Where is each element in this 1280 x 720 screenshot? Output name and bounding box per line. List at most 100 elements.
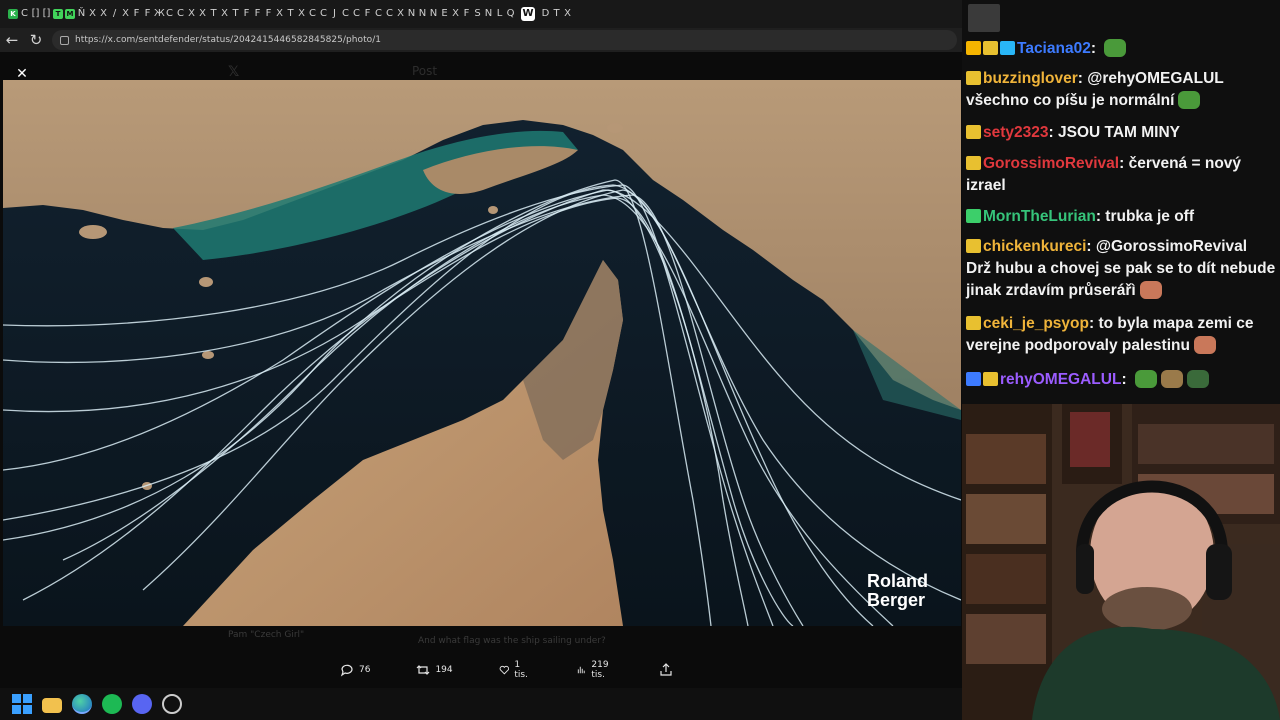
browser-tab[interactable]: S: [473, 8, 482, 20]
windows-start-icon[interactable]: [12, 694, 32, 714]
browser-tab[interactable]: E: [440, 8, 449, 20]
browser-tab[interactable]: F: [363, 8, 372, 20]
chat-username[interactable]: chickenkureci: [983, 238, 1086, 255]
green-star-badge-icon[interactable]: [966, 209, 981, 223]
browser-tab[interactable]: X: [451, 8, 460, 20]
edge-browser-icon[interactable]: [72, 694, 92, 714]
browser-tab[interactable]: F: [264, 8, 273, 20]
chat-colon: :: [1119, 155, 1129, 172]
browser-tab[interactable]: C: [176, 8, 185, 20]
browser-tab[interactable]: C: [352, 8, 361, 20]
chat-message-text: trubka je off: [1105, 208, 1194, 225]
browser-tab[interactable]: N: [429, 8, 438, 20]
browser-tab[interactable]: L: [495, 8, 504, 20]
star-badge-icon[interactable]: [966, 156, 981, 170]
share-button[interactable]: [659, 663, 678, 677]
chat-username[interactable]: ceki_je_psyop: [983, 315, 1089, 332]
browser-tab[interactable]: /: [110, 8, 119, 20]
browser-tab[interactable]: N: [407, 8, 416, 20]
chat-username[interactable]: Taciana02: [1017, 40, 1091, 57]
browser-tab[interactable]: F: [242, 8, 251, 20]
chat-username[interactable]: MornTheLurian: [983, 208, 1096, 225]
browser-tab[interactable]: Ж: [154, 8, 165, 20]
active-browser-tab[interactable]: W: [521, 7, 535, 21]
browser-tab[interactable]: C: [308, 8, 317, 20]
browser-tab[interactable]: X: [396, 8, 405, 20]
browser-tab[interactable]: X: [297, 8, 306, 20]
browser-tab[interactable]: Q: [506, 8, 515, 20]
chat-username[interactable]: GorossimoRevival: [983, 155, 1119, 172]
island: [199, 277, 213, 287]
browser-tab[interactable]: X: [121, 8, 130, 20]
browser-tab[interactable]: F: [132, 8, 141, 20]
cat-emote-icon: [1160, 370, 1183, 388]
obs-icon[interactable]: [162, 694, 182, 714]
address-bar-row: ← ↻ https://x.com/sentdefender/status/20…: [0, 28, 962, 52]
cube-badge-icon[interactable]: [1000, 41, 1015, 55]
browser-tab[interactable]: C: [341, 8, 350, 20]
browser-tab[interactable]: M: [65, 9, 75, 19]
browser-tab[interactable]: X: [187, 8, 196, 20]
background-post-header: Post: [412, 64, 438, 78]
browser-tab[interactable]: F: [462, 8, 471, 20]
browser-tab[interactable]: X: [563, 8, 572, 20]
browser-tab[interactable]: T: [231, 8, 240, 20]
browser-tab[interactable]: C: [165, 8, 174, 20]
spotify-icon[interactable]: [102, 694, 122, 714]
repost-button[interactable]: 194: [416, 663, 453, 677]
browser-tab[interactable]: T: [552, 8, 561, 20]
star-badge-icon[interactable]: [966, 239, 981, 253]
browser-tab[interactable]: C: [385, 8, 394, 20]
island: [488, 206, 498, 214]
chat-colon: :: [1048, 124, 1058, 141]
arrow-badge-icon[interactable]: [966, 372, 981, 386]
browser-tab[interactable]: K: [8, 9, 18, 19]
webcam-svg: [962, 404, 1280, 720]
reload-button[interactable]: ↻: [24, 28, 48, 52]
browser-tab[interactable]: C: [374, 8, 383, 20]
webcam-feed: [962, 404, 1280, 720]
url-field[interactable]: https://x.com/sentdefender/status/204241…: [52, 30, 957, 50]
browser-tab[interactable]: D: [541, 8, 550, 20]
browser-tab[interactable]: X: [88, 8, 97, 20]
chat-username[interactable]: rehyOMEGALUL: [1000, 371, 1121, 388]
chat-username[interactable]: sety2323: [983, 124, 1049, 141]
browser-tab[interactable]: T: [209, 8, 218, 20]
discord-icon[interactable]: [132, 694, 152, 714]
browser-tab[interactable]: []: [31, 8, 40, 20]
browser-tab[interactable]: C: [319, 8, 328, 20]
views-button[interactable]: 219 tis.: [577, 660, 613, 680]
browser-tab[interactable]: F: [253, 8, 262, 20]
browser-tab[interactable]: X: [198, 8, 207, 20]
browser-tab[interactable]: N: [484, 8, 493, 20]
crown-badge-icon[interactable]: [966, 41, 981, 55]
site-info-icon[interactable]: [60, 35, 69, 45]
star-badge-icon[interactable]: [966, 125, 981, 139]
browser-tab[interactable]: J: [330, 8, 339, 20]
browser-tab[interactable]: X: [220, 8, 229, 20]
star-badge-icon[interactable]: [966, 71, 981, 85]
browser-tab[interactable]: []: [42, 8, 51, 20]
star-badge-icon[interactable]: [983, 41, 998, 55]
file-explorer-icon[interactable]: [42, 698, 62, 713]
browser-tab[interactable]: C: [20, 8, 29, 20]
reply-button[interactable]: 76: [340, 663, 370, 677]
browser-tab[interactable]: T: [286, 8, 295, 20]
star-badge-icon[interactable]: [983, 372, 998, 386]
like-button[interactable]: 1 tis.: [499, 660, 532, 680]
browser-tab[interactable]: F: [143, 8, 152, 20]
reply-count: 76: [359, 665, 371, 675]
browser-tab[interactable]: X: [275, 8, 284, 20]
browser-tab[interactable]: Ň: [77, 8, 86, 20]
face-emote-icon: [1139, 281, 1162, 299]
chat-message-text: JSOU TAM MINY: [1057, 124, 1180, 141]
repost-icon: [417, 665, 430, 675]
browser-tab[interactable]: T: [53, 9, 63, 19]
chat-message: chickenkureci: @GorossimoRevival Drž hub…: [966, 236, 1276, 302]
like-count: 1 tis.: [514, 660, 528, 680]
star-badge-icon[interactable]: [966, 316, 981, 330]
back-button[interactable]: ←: [0, 28, 24, 52]
browser-tab[interactable]: X: [99, 8, 108, 20]
chat-username[interactable]: buzzinglover: [983, 70, 1078, 87]
browser-tab[interactable]: N: [418, 8, 427, 20]
